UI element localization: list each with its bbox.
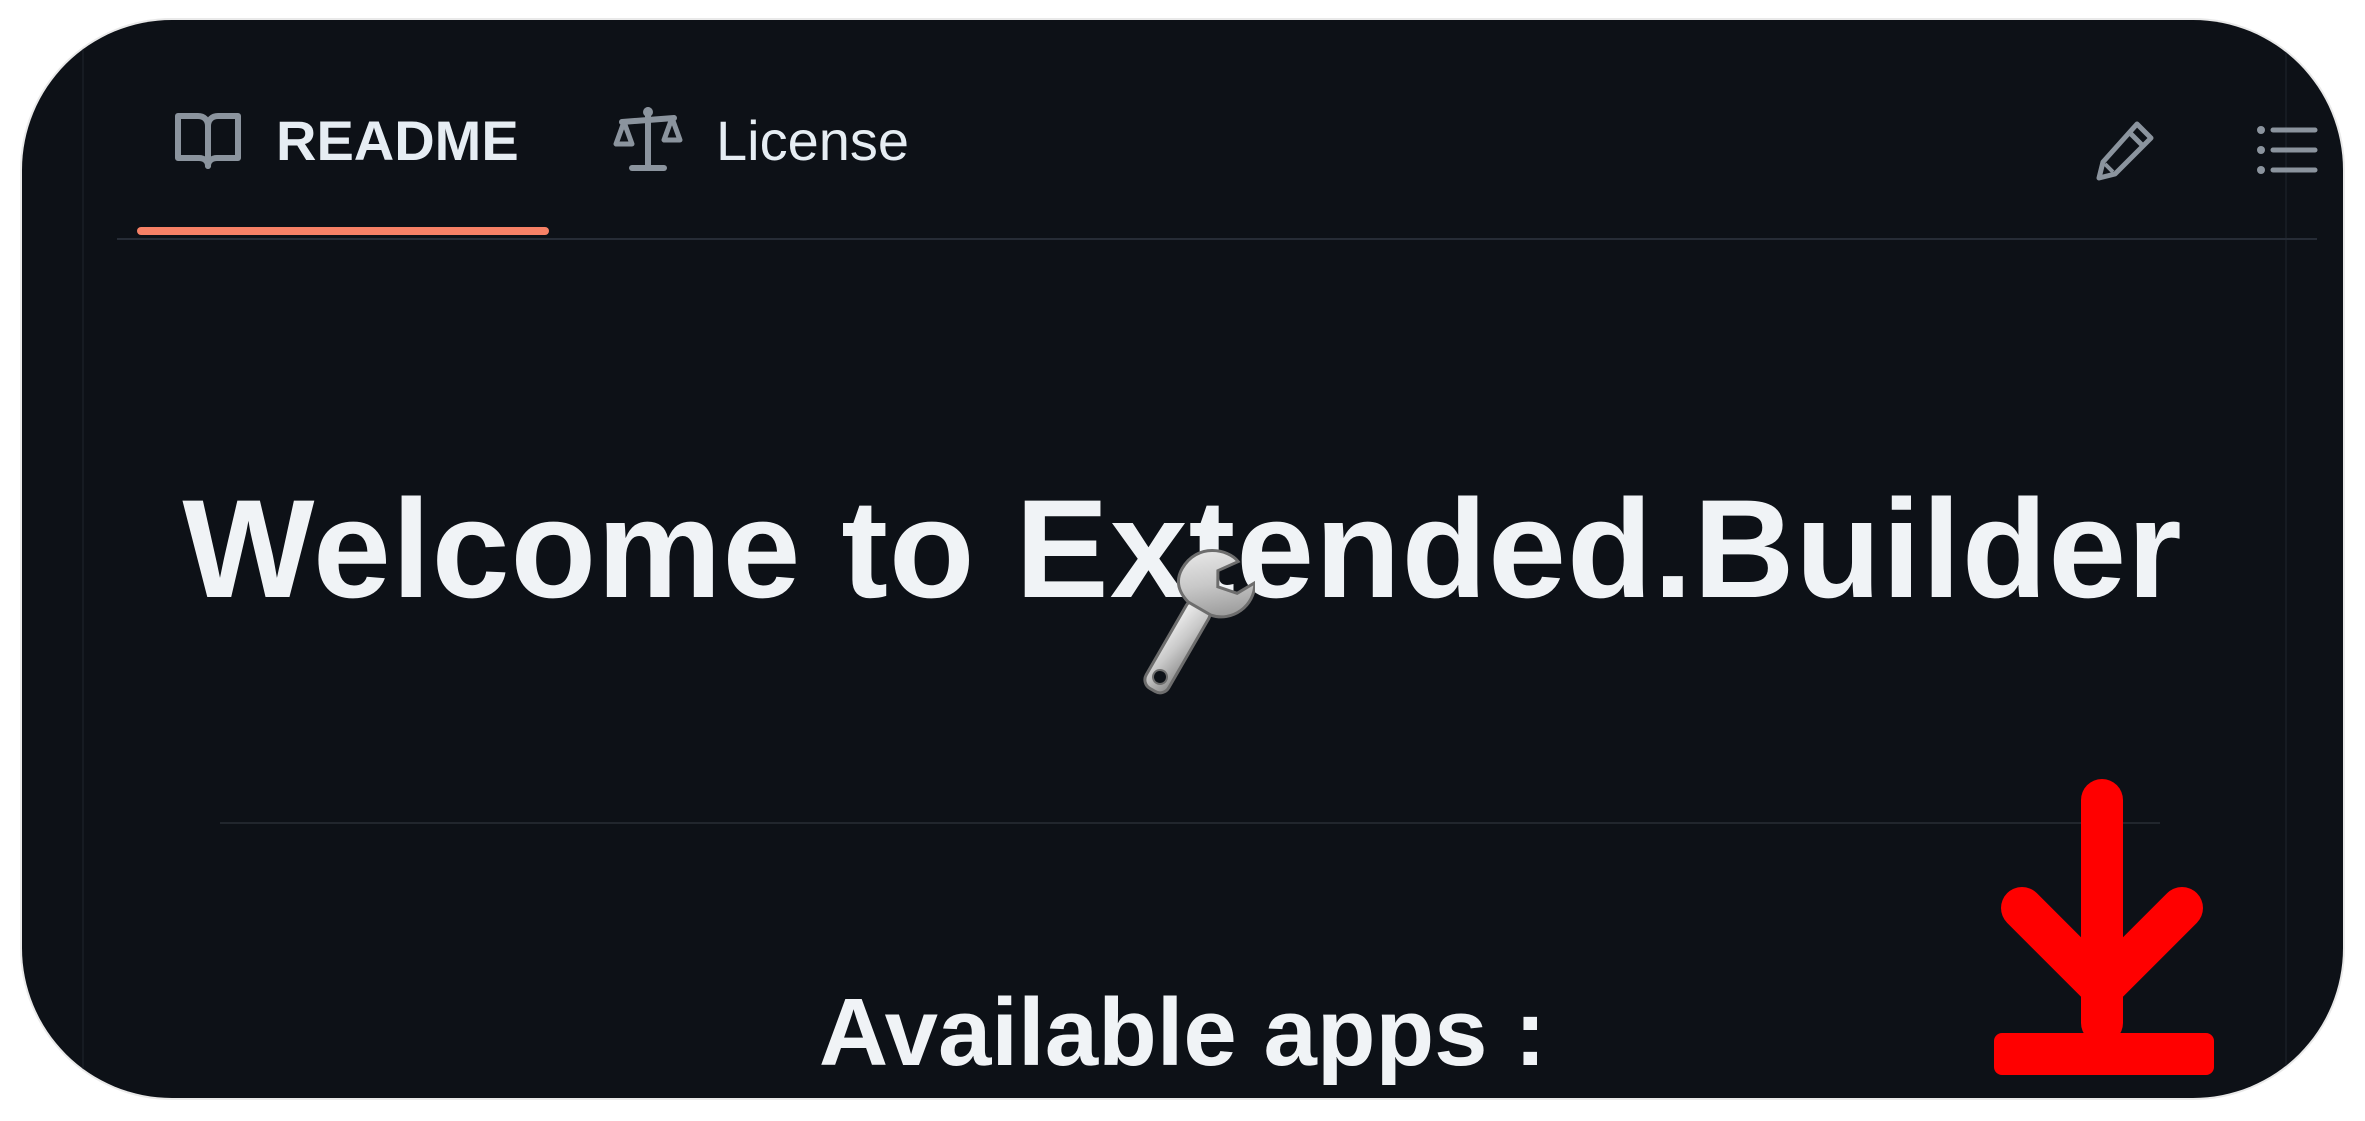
wrench-icon xyxy=(1125,540,1257,710)
law-icon xyxy=(612,104,684,176)
list-icon xyxy=(2255,122,2319,183)
section-divider xyxy=(220,822,2160,824)
tab-bar: README License xyxy=(117,20,2318,240)
download-button[interactable] xyxy=(1992,778,2222,1083)
tab-readme-label: README xyxy=(276,108,519,172)
tab-license[interactable]: License xyxy=(612,100,909,180)
tab-license-label: License xyxy=(716,108,910,172)
active-tab-indicator xyxy=(137,227,549,235)
edit-button[interactable] xyxy=(2085,112,2165,192)
outline-button[interactable] xyxy=(2247,112,2327,192)
pencil-icon xyxy=(2093,118,2157,187)
download-arrow-icon xyxy=(1994,779,2214,1075)
book-icon xyxy=(172,104,244,176)
tab-readme[interactable]: README xyxy=(172,100,519,180)
